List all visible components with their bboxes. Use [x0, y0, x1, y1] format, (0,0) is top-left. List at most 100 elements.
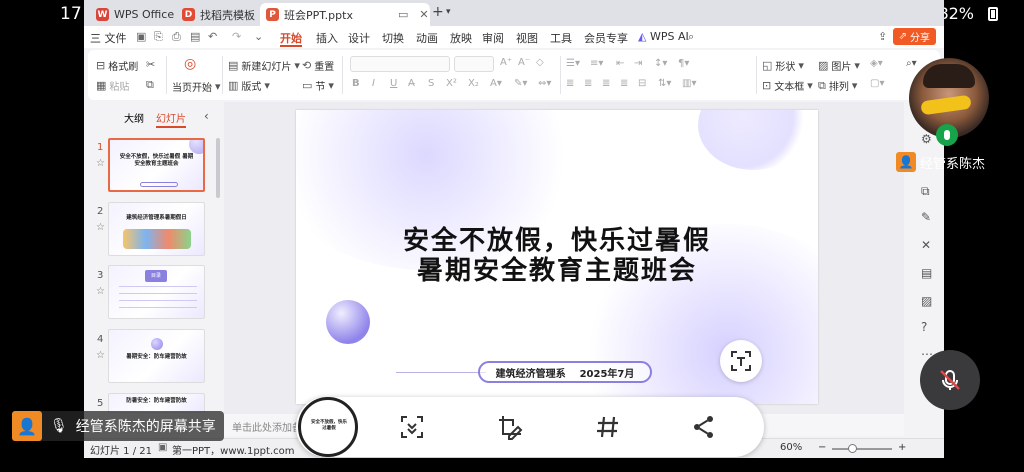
- cut-button[interactable]: ✂: [146, 58, 155, 71]
- shape-button[interactable]: ◱ 形状 ▾: [762, 58, 804, 73]
- strikethrough-icon[interactable]: A̶: [408, 78, 415, 89]
- undo-icon[interactable]: ↶: [208, 30, 217, 43]
- text-recognition-button[interactable]: [720, 340, 762, 382]
- share-capture-button[interactable]: [688, 411, 720, 443]
- zoom-out-icon[interactable]: −: [818, 442, 826, 453]
- help-icon[interactable]: ?: [921, 320, 927, 334]
- chevron-down-icon[interactable]: ▾: [446, 7, 451, 17]
- slide-thumbnail-1[interactable]: 安全不放假，快乐过暑假 暑期安全教育主题班会: [108, 138, 205, 192]
- numbered-list-icon[interactable]: ≡▾: [590, 58, 603, 69]
- slide-title-line-2[interactable]: 暑期安全教育主题班会: [296, 250, 818, 287]
- arrange-button[interactable]: ⧉ 排列 ▾: [818, 78, 857, 94]
- star-icon[interactable]: ☆: [96, 158, 105, 169]
- footer-pill[interactable]: 建筑经济管理系 2025年7月: [478, 361, 652, 383]
- menu-tab-slideshow[interactable]: 放映: [450, 30, 472, 46]
- align-left-icon[interactable]: ≣: [566, 78, 574, 89]
- layout-button[interactable]: ▥ 版式 ▾: [228, 78, 270, 93]
- thumbnail-scrollbar[interactable]: [216, 138, 220, 198]
- redo-icon[interactable]: ↷: [232, 30, 241, 43]
- picture-icon[interactable]: ▨: [921, 294, 932, 308]
- zoom-level[interactable]: 60%: [780, 442, 802, 453]
- grid-button[interactable]: [592, 411, 624, 443]
- zoom-slider-handle[interactable]: [848, 444, 857, 453]
- chevron-down-icon[interactable]: ⌄: [254, 30, 263, 43]
- play-from-current-button[interactable]: 当页开始 ▾: [172, 79, 221, 94]
- paste-button[interactable]: ▦ 粘贴: [96, 78, 129, 93]
- monitor-icon[interactable]: ▭: [398, 8, 408, 21]
- export-icon[interactable]: ⎘: [154, 30, 163, 44]
- justify-icon[interactable]: ≣: [620, 78, 628, 89]
- star-icon[interactable]: ☆: [96, 286, 105, 297]
- italic-icon[interactable]: I: [372, 78, 375, 89]
- star-icon[interactable]: ☆: [96, 222, 105, 233]
- new-tab-icon[interactable]: +: [432, 4, 444, 20]
- share-button[interactable]: ⇗ 分享: [892, 28, 936, 45]
- menu-tab-design[interactable]: 设计: [348, 30, 370, 46]
- menu-tab-transition[interactable]: 切换: [382, 30, 404, 46]
- format-painter-button[interactable]: ⊟ 格式刷: [96, 58, 138, 73]
- file-menu[interactable]: 三 文件: [90, 30, 127, 46]
- preview-icon[interactable]: ▤: [190, 30, 200, 43]
- zoom-slider[interactable]: [832, 448, 892, 450]
- collapse-pane-icon[interactable]: ‹: [204, 109, 209, 123]
- search-icon[interactable]: ⌕: [688, 30, 694, 44]
- edit-capture-button[interactable]: [494, 411, 526, 443]
- screenshot-preview[interactable]: 安全不放假，快乐过暑假: [298, 397, 358, 457]
- clear-format-icon[interactable]: ◇: [536, 57, 544, 68]
- play-icon[interactable]: ◎: [184, 56, 196, 72]
- menu-tab-home[interactable]: 开始: [280, 30, 302, 46]
- font-color-icon[interactable]: A▾: [490, 78, 502, 89]
- slide-thumbnail-5[interactable]: 防暑安全：防车建营防故: [108, 393, 205, 413]
- line-spacing-icon[interactable]: ↕▾: [654, 58, 667, 69]
- table-icon[interactable]: ▤: [921, 266, 932, 280]
- star-icon[interactable]: ☆: [96, 350, 105, 361]
- slide-thumbnail-3[interactable]: 目录: [108, 265, 205, 319]
- edit-icon[interactable]: ✎: [921, 210, 931, 224]
- menu-wps-ai[interactable]: WPS AI: [650, 30, 689, 43]
- new-slide-button[interactable]: ▤ 新建幻灯片 ▾: [228, 58, 300, 73]
- font-shrink-icon[interactable]: A⁻: [518, 57, 530, 68]
- picture-button[interactable]: ▨ 图片 ▾: [818, 58, 860, 73]
- shadow-icon[interactable]: S: [428, 78, 434, 89]
- copy-button[interactable]: ⧉: [146, 78, 154, 92]
- menu-tab-animation[interactable]: 动画: [416, 30, 438, 46]
- indent-icon[interactable]: ⇤: [616, 58, 624, 69]
- find-icon[interactable]: ⌕▾: [906, 58, 917, 69]
- reset-button[interactable]: ⟲ 重置: [302, 58, 334, 73]
- menu-tab-insert[interactable]: 插入: [316, 30, 338, 46]
- paragraph-icon[interactable]: ¶▾: [678, 58, 689, 69]
- tab-current-presentation[interactable]: P 班会PPT.pptx ▭ ✕: [260, 3, 430, 26]
- font-size-select[interactable]: [454, 56, 494, 72]
- distribute-icon[interactable]: ⊟: [638, 78, 646, 89]
- slide-thumbnail-2[interactable]: 建筑经济管理系暑期假日: [108, 202, 205, 256]
- outline-icon[interactable]: ▢▾: [870, 78, 884, 89]
- section-button[interactable]: ▭ 节 ▾: [302, 78, 334, 93]
- tools-icon[interactable]: ✕: [921, 238, 931, 252]
- menu-tab-member[interactable]: 会员专享: [584, 30, 628, 46]
- font-grow-icon[interactable]: A⁺: [500, 57, 512, 68]
- tab-wps-office[interactable]: W WPS Office: [90, 3, 176, 26]
- underline-icon[interactable]: U: [390, 78, 397, 89]
- save-icon[interactable]: ▣: [136, 30, 146, 43]
- columns-icon[interactable]: ▥▾: [682, 78, 696, 89]
- align-right-icon[interactable]: ≣: [602, 78, 610, 89]
- menu-tab-tools[interactable]: 工具: [550, 30, 572, 46]
- bullet-list-icon[interactable]: ☰▾: [566, 58, 580, 69]
- menu-tab-review[interactable]: 审阅: [482, 30, 504, 46]
- close-icon[interactable]: ✕: [419, 8, 428, 21]
- textbox-button[interactable]: ⊡ 文本框 ▾: [762, 78, 813, 93]
- menu-tab-view[interactable]: 视图: [516, 30, 538, 46]
- theme-name[interactable]: 第一PPT，www.1ppt.com: [172, 442, 294, 457]
- align-center-icon[interactable]: ≣: [584, 78, 592, 89]
- bold-icon[interactable]: B: [352, 78, 360, 89]
- text-direction-icon[interactable]: ⇅▾: [658, 78, 671, 89]
- superscript-icon[interactable]: X²: [446, 78, 457, 89]
- zoom-in-icon[interactable]: +: [898, 442, 906, 453]
- tab-slides[interactable]: 幻灯片: [156, 110, 186, 128]
- tab-outline[interactable]: 大纲: [124, 110, 144, 128]
- scroll-capture-button[interactable]: [396, 411, 428, 443]
- subscript-icon[interactable]: X₂: [468, 78, 479, 89]
- highlight-icon[interactable]: ✎▾: [514, 78, 527, 89]
- fill-icon[interactable]: ◈▾: [870, 58, 883, 69]
- outdent-icon[interactable]: ⇥: [634, 58, 642, 69]
